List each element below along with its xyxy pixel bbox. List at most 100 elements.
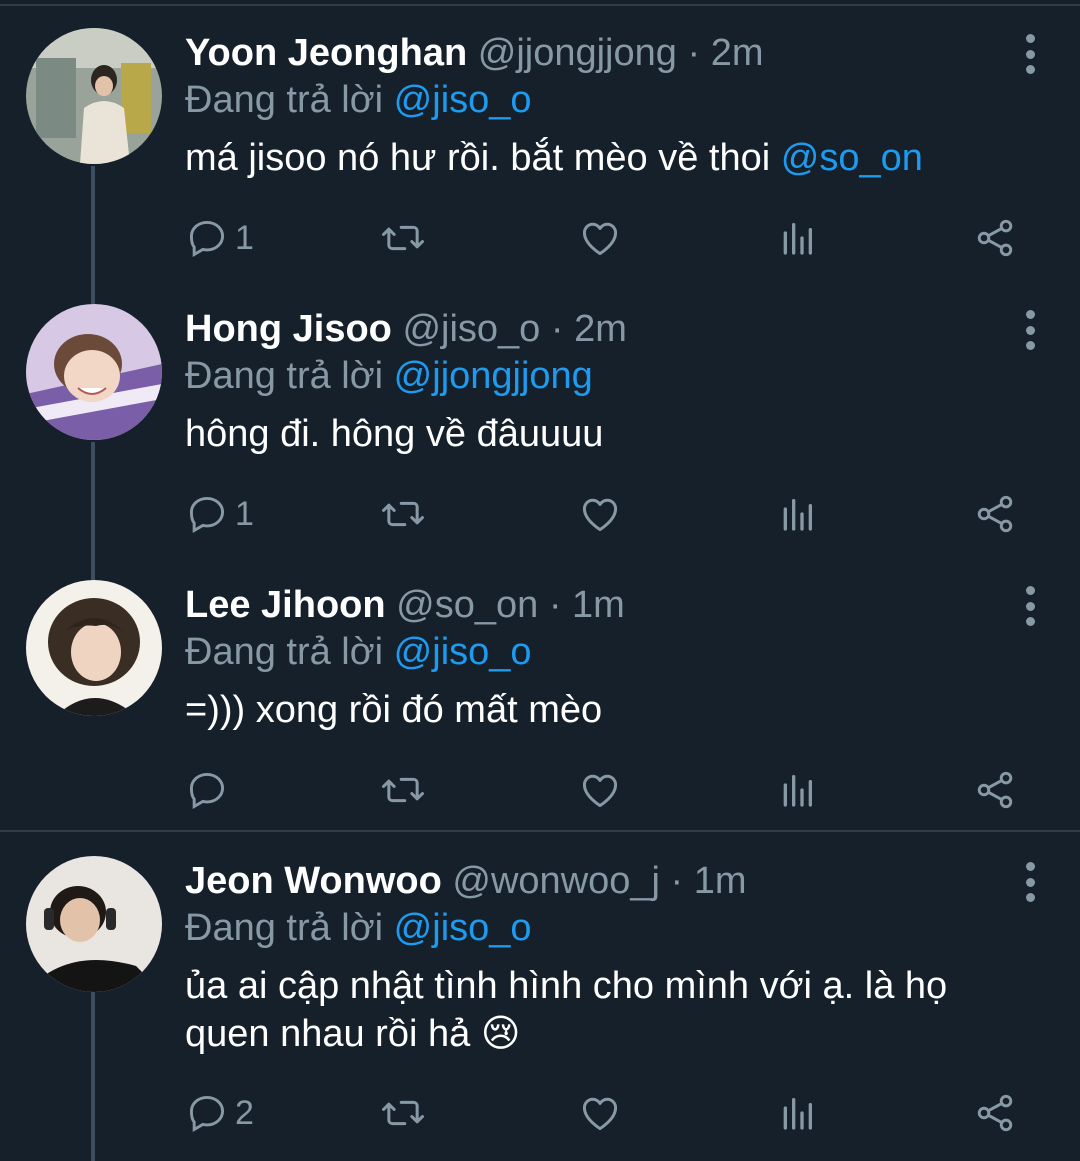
share-icon <box>977 495 1013 533</box>
share-icon <box>977 1094 1013 1132</box>
like-button[interactable] <box>578 489 622 539</box>
analytics-button[interactable] <box>777 765 817 815</box>
share-button[interactable] <box>973 765 1017 815</box>
analytics-icon <box>783 499 812 531</box>
separator-dot: · <box>687 32 701 74</box>
retweet-button[interactable] <box>380 213 426 263</box>
separator-dot: · <box>548 584 562 626</box>
display-name[interactable]: Hong Jisoo <box>185 308 392 350</box>
like-icon <box>582 1097 618 1131</box>
replying-to: Đang trả lời @jiso_o <box>185 905 1020 951</box>
like-icon <box>582 222 618 256</box>
timestamp[interactable]: 1m <box>694 860 747 902</box>
more-icon[interactable] <box>1024 862 1036 902</box>
retweet-icon <box>382 777 424 803</box>
analytics-button[interactable] <box>777 489 817 539</box>
tweet-text-content: má jisoo nó hư rồi. bắt mèo về thoi <box>185 137 781 179</box>
share-button[interactable] <box>973 213 1017 263</box>
tweet-text: =))) xong rồi đó mất mèo <box>185 686 1020 734</box>
avatar[interactable] <box>26 28 162 164</box>
reply-button[interactable] <box>185 765 235 815</box>
avatar[interactable] <box>26 856 162 992</box>
reply-button[interactable]: 1 <box>185 489 254 539</box>
replying-to: Đang trả lời @jjongjjong <box>185 353 1020 399</box>
reply-icon <box>189 220 225 258</box>
tweet-body: Hong Jisoo @jiso_o · 2m Đang trả lời @jj… <box>185 306 1020 458</box>
tweet-text-line-2: quen nhau rồi hả <box>185 1013 481 1055</box>
user-handle[interactable]: @so_on <box>396 584 538 626</box>
tweet-header: Hong Jisoo @jiso_o · 2m <box>185 306 1020 352</box>
tweet-text-content: hông đi. hông về đâuuuu <box>185 413 604 455</box>
reply-count: 1 <box>235 218 254 257</box>
more-icon[interactable] <box>1024 310 1036 350</box>
display-name[interactable]: Lee Jihoon <box>185 584 386 626</box>
tweet-body: Lee Jihoon @so_on · 1m Đang trả lời @jis… <box>185 582 1020 734</box>
retweet-icon <box>382 225 424 251</box>
like-button[interactable] <box>578 1088 622 1138</box>
analytics-button[interactable] <box>777 213 817 263</box>
reply-mention[interactable]: @jiso_o <box>394 79 532 121</box>
avatar-image <box>26 28 162 164</box>
separator-dot: · <box>550 308 564 350</box>
action-bar: 1 <box>185 213 1025 263</box>
tweet-header: Jeon Wonwoo @wonwoo_j · 1m <box>185 858 1020 904</box>
retweet-button[interactable] <box>380 1088 426 1138</box>
like-button[interactable] <box>578 765 622 815</box>
like-button[interactable] <box>578 213 622 263</box>
action-bar: 2 <box>185 1088 1025 1138</box>
reply-button[interactable]: 1 <box>185 213 254 263</box>
reply-icon <box>189 772 225 810</box>
like-icon <box>582 498 618 532</box>
reply-prefix: Đang trả lời <box>185 355 384 397</box>
analytics-icon <box>783 223 812 255</box>
display-name[interactable]: Yoon Jeonghan <box>185 32 467 74</box>
reply-button[interactable]: 2 <box>185 1088 254 1138</box>
user-handle[interactable]: @wonwoo_j <box>452 860 660 902</box>
avatar-image <box>26 856 162 992</box>
tweet-text-line: ủa ai cập nhật tình hình cho mình với ạ.… <box>185 965 948 1007</box>
retweet-icon <box>382 501 424 527</box>
avatar-image <box>26 580 162 716</box>
tweet-text: ủa ai cập nhật tình hình cho mình với ạ.… <box>185 962 1020 1058</box>
reply-mention[interactable]: @jiso_o <box>394 907 532 949</box>
tweet-divider <box>0 830 1080 832</box>
avatar[interactable] <box>26 580 162 716</box>
tweet-body: Jeon Wonwoo @wonwoo_j · 1m Đang trả lời … <box>185 858 1020 1058</box>
analytics-icon <box>783 775 812 807</box>
user-handle[interactable]: @jjongjjong <box>478 32 677 74</box>
more-icon[interactable] <box>1024 586 1036 626</box>
text-mention[interactable]: @so_on <box>781 137 923 179</box>
user-handle[interactable]: @jiso_o <box>402 308 540 350</box>
share-icon <box>977 219 1013 257</box>
share-icon <box>977 771 1013 809</box>
share-button[interactable] <box>973 1088 1017 1138</box>
tweet-header: Lee Jihoon @so_on · 1m <box>185 582 1020 628</box>
reply-count: 2 <box>235 1093 254 1132</box>
action-bar: 1 <box>185 489 1025 539</box>
share-button[interactable] <box>973 489 1017 539</box>
action-bar <box>185 765 1025 815</box>
replying-to: Đang trả lời @jiso_o <box>185 629 1020 675</box>
reply-mention[interactable]: @jiso_o <box>394 631 532 673</box>
retweet-button[interactable] <box>380 765 426 815</box>
reply-prefix: Đang trả lời <box>185 79 384 121</box>
reply-icon <box>189 1095 225 1133</box>
reply-mention[interactable]: @jjongjjong <box>394 355 593 397</box>
reply-prefix: Đang trả lời <box>185 631 384 673</box>
timestamp[interactable]: 2m <box>574 308 627 350</box>
tweet-text: má jisoo nó hư rồi. bắt mèo về thoi @so_… <box>185 134 1020 182</box>
reply-prefix: Đang trả lời <box>185 907 384 949</box>
retweet-button[interactable] <box>380 489 426 539</box>
reply-icon <box>189 496 225 534</box>
more-icon[interactable] <box>1024 34 1036 74</box>
analytics-button[interactable] <box>777 1088 817 1138</box>
tweet-text: hông đi. hông về đâuuuu <box>185 410 1020 458</box>
avatar[interactable] <box>26 304 162 440</box>
tweet-text-line: quen nhau rồi hả 😢 <box>185 1010 1020 1058</box>
timestamp[interactable]: 1m <box>572 584 625 626</box>
tweet-body: Yoon Jeonghan @jjongjjong · 2m Đang trả … <box>185 30 1020 182</box>
retweet-icon <box>382 1100 424 1126</box>
avatar-image <box>26 304 162 440</box>
display-name[interactable]: Jeon Wonwoo <box>185 860 442 902</box>
timestamp[interactable]: 2m <box>711 32 764 74</box>
